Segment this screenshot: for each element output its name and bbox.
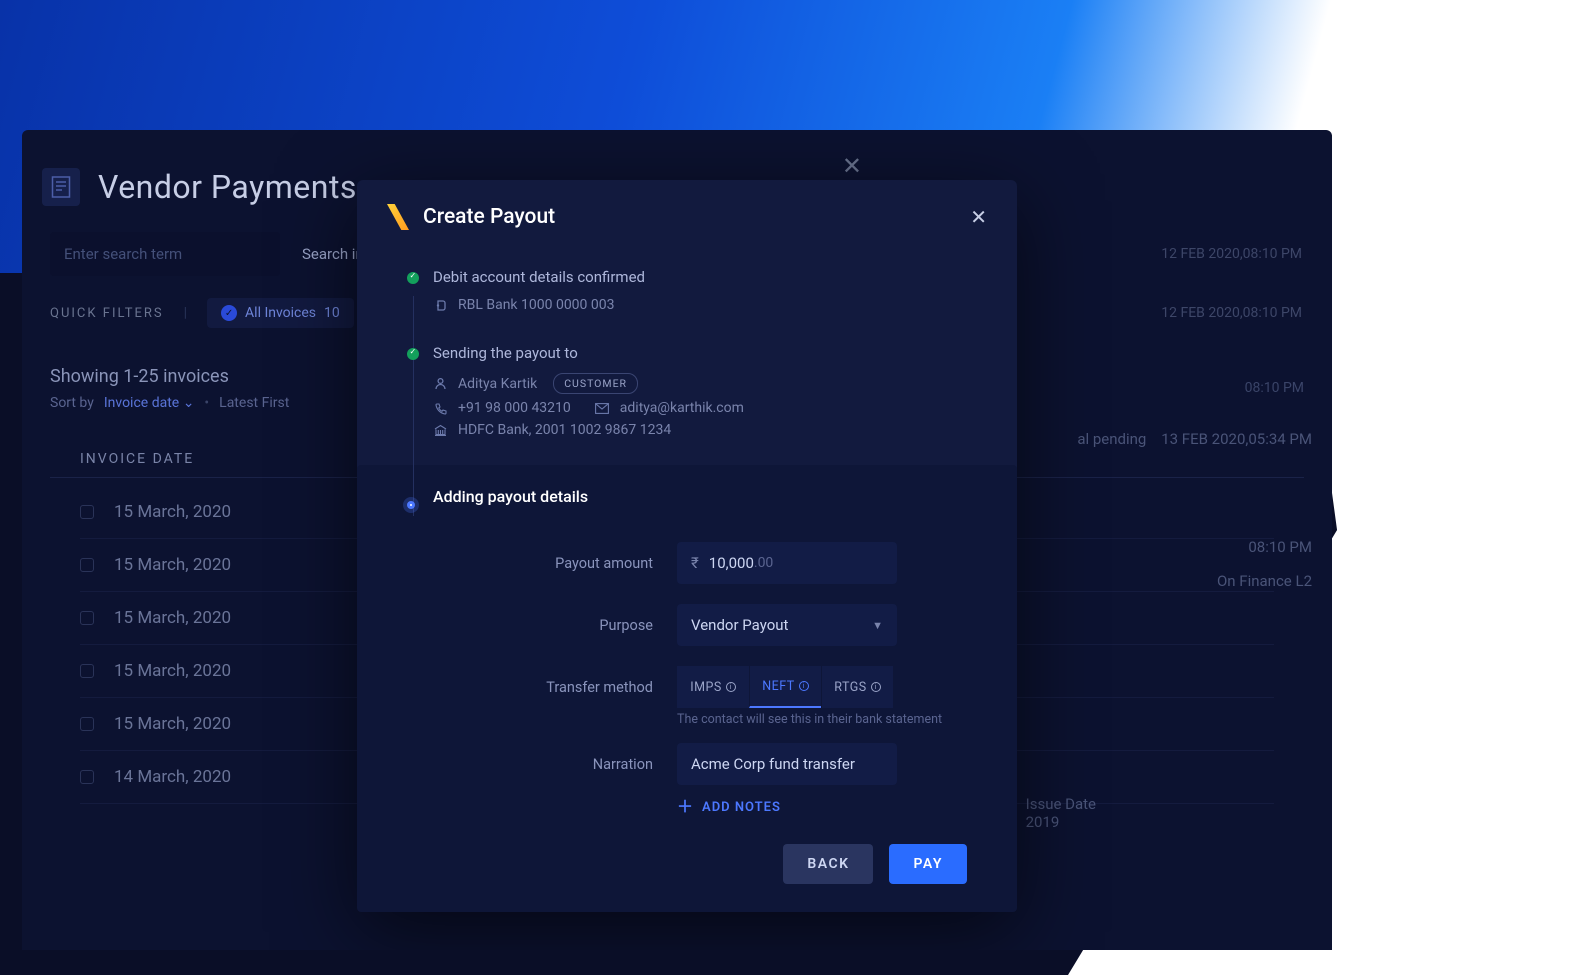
step-debit-account: Debit account details confirmed RBL Bank… <box>407 258 987 334</box>
recipient-name: Aditya Kartik <box>458 376 537 392</box>
add-notes-button[interactable]: ＋ ADD NOTES <box>677 799 781 815</box>
page-title: Vendor Payments <box>98 168 357 206</box>
filter-all-invoices[interactable]: ✓ All Invoices 10 <box>207 298 354 328</box>
step1-title: Debit account details confirmed <box>433 268 987 286</box>
chevron-down-icon: ▼ <box>872 619 883 632</box>
narration-label: Narration <box>407 756 653 773</box>
row-date: 14 March, 2020 <box>114 767 274 787</box>
frame-close-icon[interactable]: ✕ <box>842 152 862 180</box>
timestamp: 12 FEB 2020,08:10 PM <box>1161 246 1302 262</box>
bank-building-icon <box>433 423 448 438</box>
row-amount: Payout amount ₹ 10,000.00 <box>407 532 967 594</box>
purpose-value: Vendor Payout <box>691 616 788 634</box>
narration-input[interactable] <box>677 743 897 785</box>
col-invoice-date: INVOICE DATE <box>80 451 194 467</box>
row-narration: Narration <box>407 733 967 795</box>
side-pending: al pending 13 FEB 2020,05:34 PM <box>1077 430 1312 448</box>
amount-value: 10,000 <box>709 554 754 572</box>
step3-title: Adding payout details <box>433 487 967 506</box>
method-rtgs[interactable]: RTGSi <box>821 666 893 708</box>
check-icon: ✓ <box>221 305 237 321</box>
method-helper: The contact will see this in their bank … <box>407 712 967 727</box>
modal-title: Create Payout <box>423 205 555 229</box>
modal-footer: BACK PAY <box>407 816 967 886</box>
row-checkbox[interactable] <box>80 611 94 625</box>
app-frame: ✕ Vendor Payments Search in 12 FEB 2020,… <box>22 130 1332 950</box>
info-icon: i <box>871 682 881 692</box>
amount-cents: .00 <box>754 555 773 571</box>
row-date: 15 March, 2020 <box>114 555 274 575</box>
method-label: Transfer method <box>407 679 653 696</box>
dot: • <box>204 395 209 411</box>
search-input[interactable] <box>50 232 280 276</box>
row-checkbox[interactable] <box>80 505 94 519</box>
recipient-phone: +91 98 000 43210 <box>458 400 571 416</box>
pay-button[interactable]: PAY <box>889 844 967 884</box>
method-imps[interactable]: IMPSi <box>677 666 749 708</box>
row-date: 15 March, 2020 <box>114 608 274 628</box>
step-active-icon <box>407 501 415 509</box>
step2-title: Sending the payout to <box>433 344 987 362</box>
rupee-icon: ₹ <box>691 554 699 572</box>
search-in-label: Search in <box>302 245 364 263</box>
amount-label: Payout amount <box>407 555 653 572</box>
step-done-icon <box>407 272 419 284</box>
quick-filters-label: QUICK FILTERS <box>50 306 164 321</box>
receipt-icon <box>42 168 80 206</box>
side-meta: 08:10 PM <box>1245 380 1304 396</box>
phone-icon <box>433 401 448 416</box>
side-finance: 08:10 PM On Finance L2 <box>1217 538 1312 590</box>
method-neft[interactable]: NEFTi <box>749 666 821 708</box>
plus-icon: ＋ <box>677 799 694 815</box>
side-issue-date: Issue Date 2019 <box>1026 795 1096 831</box>
row-method: Transfer method IMPSi NEFTi RTGSi <box>407 656 967 718</box>
steps: Debit account details confirmed RBL Bank… <box>357 240 1017 912</box>
create-payout-modal: Create Payout ✕ Debit account details co… <box>357 180 1017 912</box>
step-payout-details: Adding payout details Payout amount ₹ 10… <box>357 465 1017 912</box>
step1-bank: RBL Bank 1000 0000 003 <box>458 297 615 313</box>
row-date: 15 March, 2020 <box>114 502 274 522</box>
filter-label: All Invoices <box>245 305 316 321</box>
recipient-email: aditya@karthik.com <box>620 400 744 416</box>
row-checkbox[interactable] <box>80 664 94 678</box>
row-purpose: Purpose Vendor Payout ▼ <box>407 594 967 656</box>
close-icon[interactable]: ✕ <box>970 205 987 229</box>
recipient-bank: HDFC Bank, 2001 1002 9867 1234 <box>458 422 671 438</box>
sort-field[interactable]: Invoice date ⌄ <box>104 395 195 411</box>
sort-by-label: Sort by <box>50 395 94 411</box>
step-recipient: Sending the payout to Aditya Kartik CUST… <box>407 334 987 459</box>
filter-count: 10 <box>324 305 340 321</box>
row-checkbox[interactable] <box>80 717 94 731</box>
customer-badge: CUSTOMER <box>553 373 638 394</box>
purpose-select[interactable]: Vendor Payout ▼ <box>677 604 897 646</box>
row-checkbox[interactable] <box>80 558 94 572</box>
user-icon <box>433 376 448 391</box>
sort-order: Latest First <box>219 395 289 411</box>
info-icon: i <box>726 682 736 692</box>
divider: | <box>184 305 187 321</box>
back-button[interactable]: BACK <box>783 844 873 884</box>
step-done-icon <box>407 348 419 360</box>
row-checkbox[interactable] <box>80 770 94 784</box>
add-notes-label: ADD NOTES <box>702 800 781 815</box>
timestamp: 12 FEB 2020,08:10 PM <box>1161 305 1302 321</box>
info-icon: i <box>799 681 809 691</box>
row-date: 15 March, 2020 <box>114 661 274 681</box>
row-date: 15 March, 2020 <box>114 714 274 734</box>
modal-header: Create Payout ✕ <box>357 180 1017 240</box>
bank-icon <box>433 298 448 313</box>
purpose-label: Purpose <box>407 617 653 634</box>
timestamp: 08:10 PM <box>1245 380 1304 396</box>
method-segmented: IMPSi NEFTi RTGSi <box>677 666 893 708</box>
mail-icon <box>595 401 610 416</box>
brand-logo-icon <box>387 204 409 230</box>
amount-field[interactable]: ₹ 10,000.00 <box>677 542 897 584</box>
